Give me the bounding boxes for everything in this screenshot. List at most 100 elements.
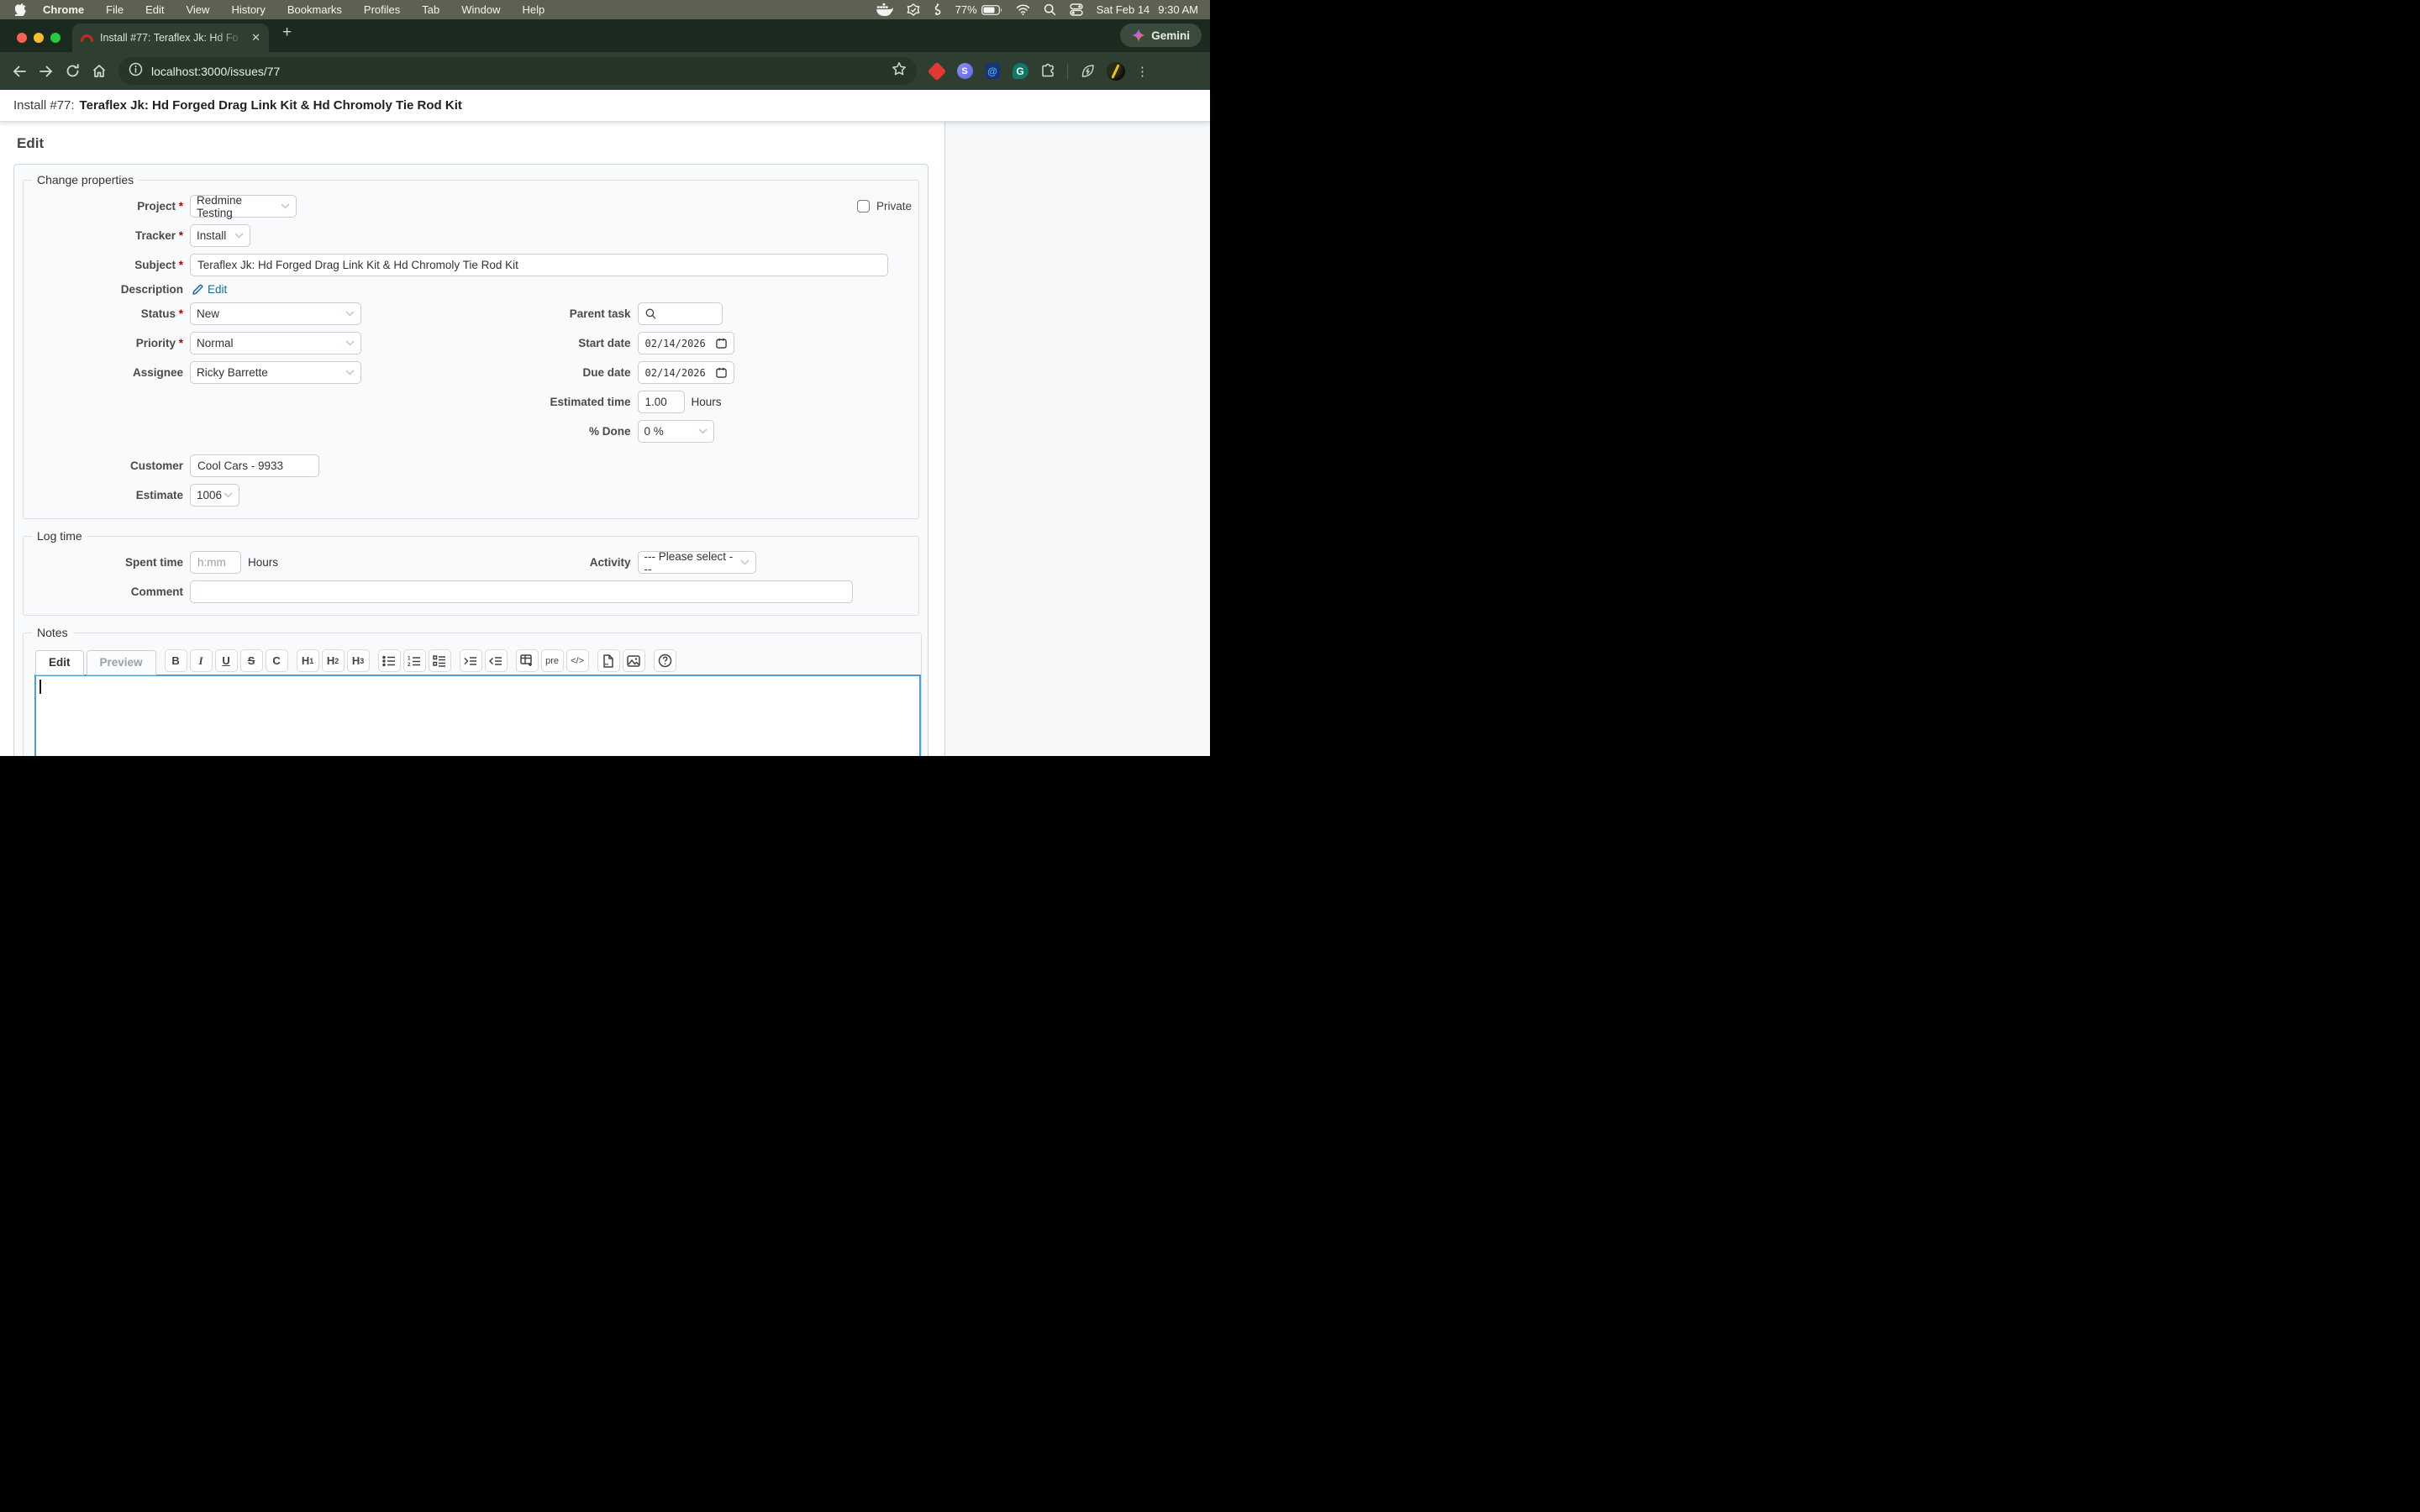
- description-label: Description: [24, 283, 183, 296]
- menubar-item-window[interactable]: Window: [461, 3, 500, 16]
- browser-menu-icon[interactable]: ⋮: [1136, 64, 1149, 79]
- italic-button[interactable]: I: [190, 649, 213, 672]
- back-button[interactable]: [12, 65, 27, 78]
- svg-text:1: 1: [408, 655, 411, 661]
- menubar-item-history[interactable]: History: [231, 3, 265, 16]
- priority-label: Priority: [24, 337, 183, 349]
- tab-close-icon[interactable]: ✕: [251, 31, 260, 45]
- apple-logo-icon[interactable]: [15, 3, 26, 16]
- comment-input[interactable]: [190, 580, 853, 603]
- menubar-item-edit[interactable]: Edit: [145, 3, 164, 16]
- underline-button[interactable]: U: [215, 649, 238, 672]
- menubar-item-bookmarks[interactable]: Bookmarks: [287, 3, 342, 16]
- pencil-edit-icon: [192, 284, 203, 296]
- customer-label: Customer: [24, 459, 183, 472]
- menubar-item-help[interactable]: Help: [523, 3, 545, 16]
- window-minimize-button[interactable]: [34, 33, 44, 43]
- extension-adblock-icon[interactable]: [929, 63, 945, 80]
- menubar-item-tab[interactable]: Tab: [422, 3, 439, 16]
- heading-1-button[interactable]: H1: [297, 649, 319, 672]
- quote-button[interactable]: [460, 649, 482, 672]
- status-select[interactable]: New: [190, 302, 361, 325]
- site-info-icon[interactable]: [129, 62, 143, 81]
- tracker-select[interactable]: Install: [190, 224, 250, 247]
- menubar-item-profiles[interactable]: Profiles: [364, 3, 400, 16]
- inline-code-button[interactable]: C: [266, 649, 288, 672]
- bold-button[interactable]: B: [165, 649, 187, 672]
- help-button[interactable]: [654, 649, 676, 672]
- strikethrough-button[interactable]: S: [240, 649, 263, 672]
- priority-select[interactable]: Normal: [190, 332, 361, 354]
- change-properties-fieldset: Change properties Project Redmine Testin…: [23, 173, 919, 519]
- svg-text:2: 2: [408, 662, 411, 667]
- spotlight-search-icon[interactable]: [1044, 3, 1056, 16]
- subject-input[interactable]: Teraflex Jk: Hd Forged Drag Link Kit & H…: [190, 254, 888, 276]
- customer-input[interactable]: Cool Cars - 9933: [190, 454, 319, 477]
- activity-select[interactable]: --- Please select ---: [638, 551, 756, 574]
- badge-status-icon[interactable]: [907, 3, 920, 17]
- heading-3-button[interactable]: H3: [347, 649, 370, 672]
- estimate-select[interactable]: 1006: [190, 484, 239, 507]
- control-center-icon[interactable]: [1070, 3, 1083, 16]
- reload-button[interactable]: [66, 64, 80, 78]
- search-icon: [645, 308, 656, 319]
- description-edit-link[interactable]: Edit: [208, 283, 227, 296]
- log-time-legend: Log time: [32, 529, 87, 543]
- menubar-item-view[interactable]: View: [186, 3, 209, 16]
- address-bar[interactable]: localhost:3000/issues/77: [118, 57, 917, 85]
- notes-tab-preview[interactable]: Preview: [87, 650, 156, 675]
- menubar-app-name[interactable]: Chrome: [43, 3, 84, 16]
- gemini-button[interactable]: Gemini: [1120, 24, 1202, 47]
- notes-tab-edit[interactable]: Edit: [35, 650, 84, 675]
- start-date-input[interactable]: 02/14/2026: [638, 332, 734, 354]
- menubar-item-file[interactable]: File: [106, 3, 124, 16]
- sidebar-empty: [944, 122, 1210, 756]
- extension-s-icon[interactable]: S: [956, 63, 973, 80]
- table-button[interactable]: [516, 649, 539, 672]
- tab-title: Install #77: Teraflex Jk: Hd Fo: [100, 32, 246, 44]
- extension-password-manager-icon[interactable]: @: [984, 63, 1001, 80]
- notes-toolbar: Edit Preview BIUSC H1H2H3 12 pre</> ∞: [35, 649, 921, 675]
- preformatted-text-button[interactable]: pre: [541, 649, 564, 672]
- window-close-button[interactable]: [17, 33, 27, 43]
- extension-grammarly-icon[interactable]: G: [1012, 63, 1028, 80]
- ordered-list-button[interactable]: 12: [403, 649, 426, 672]
- bookmark-star-icon[interactable]: [892, 61, 907, 81]
- heading-2-button[interactable]: H2: [322, 649, 345, 672]
- docker-icon[interactable]: [876, 3, 893, 16]
- chevron-down-icon: [345, 370, 355, 375]
- battery-indicator[interactable]: 77%: [955, 3, 1002, 16]
- browser-tab-active[interactable]: Install #77: Teraflex Jk: Hd Fo ✕: [72, 24, 269, 52]
- wifi-icon[interactable]: [1016, 4, 1030, 15]
- wiki-link-button[interactable]: ∞: [597, 649, 620, 672]
- project-select[interactable]: Redmine Testing: [190, 195, 297, 218]
- page-title: Edit: [17, 135, 944, 152]
- assignee-select[interactable]: Ricky Barrette: [190, 361, 361, 384]
- menubar-clock[interactable]: Sat Feb 14 9:30 AM: [1097, 3, 1198, 16]
- extensions-puzzle-icon[interactable]: [1039, 63, 1056, 80]
- url-text[interactable]: localhost:3000/issues/77: [151, 65, 883, 78]
- percent-done-select[interactable]: 0 %: [638, 420, 714, 443]
- battery-saver-icon[interactable]: [1079, 63, 1096, 80]
- definition-list-button[interactable]: [429, 649, 451, 672]
- percent-done-label: % Done: [471, 425, 631, 438]
- chevron-down-icon: [698, 428, 708, 434]
- forward-button[interactable]: [39, 65, 54, 78]
- code-block-button[interactable]: </>: [566, 649, 589, 672]
- new-tab-button[interactable]: +: [282, 24, 292, 40]
- notes-textarea[interactable]: [34, 675, 921, 756]
- estimated-time-input[interactable]: 1.00: [638, 391, 685, 413]
- main-content: Edit Change properties Project Redmine T…: [0, 122, 944, 756]
- toolbar-separator: [1067, 64, 1068, 79]
- parent-task-input[interactable]: [638, 302, 723, 325]
- window-zoom-button[interactable]: [50, 33, 60, 43]
- due-date-input[interactable]: 02/14/2026: [638, 361, 734, 384]
- unquote-button[interactable]: [485, 649, 508, 672]
- image-button[interactable]: [623, 649, 645, 672]
- profile-avatar[interactable]: [1107, 62, 1125, 81]
- private-checkbox[interactable]: [857, 200, 870, 213]
- home-button[interactable]: [92, 64, 107, 78]
- squiggle-status-icon[interactable]: [934, 3, 942, 17]
- unordered-list-button[interactable]: [378, 649, 401, 672]
- spent-time-input[interactable]: h:mm: [190, 551, 241, 574]
